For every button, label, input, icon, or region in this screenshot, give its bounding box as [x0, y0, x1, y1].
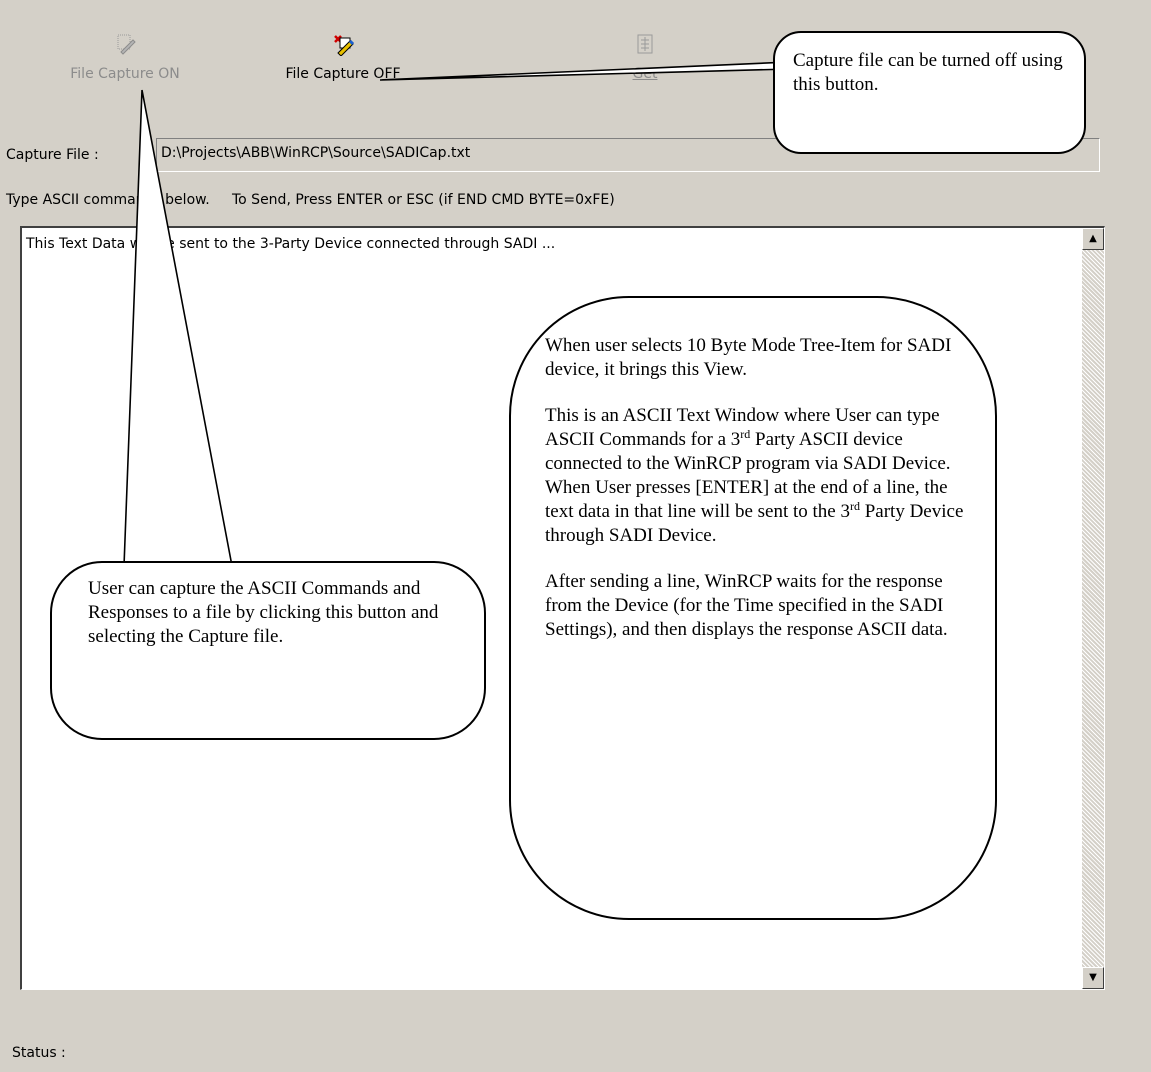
callout-view-intro: When user selects 10 Byte Mode Tree-Item…: [545, 335, 952, 380]
capture-file-label: Capture File :: [6, 147, 99, 163]
callout-view-sup-2: rd: [849, 499, 860, 513]
callout-view-sup-1: rd: [740, 427, 751, 441]
get-button[interactable]: Get: [605, 32, 685, 82]
file-capture-off-label: File Capture OFF: [285, 66, 401, 82]
callout-capture-off: Capture file can be turned off using thi…: [773, 31, 1086, 154]
text-area-content: This Text Data will be sent to the 3-Par…: [26, 236, 556, 252]
pencil-file-icon: [117, 34, 136, 55]
callout-view-paragraph-2: This is an ASCII Text Window where User …: [545, 404, 965, 548]
callout-capture-off-text: Capture file can be turned off using thi…: [793, 50, 1063, 95]
status-label: Status :: [12, 1045, 66, 1061]
get-label: Get: [632, 66, 658, 82]
file-capture-on-label: File Capture ON: [70, 66, 180, 82]
capture-off-pointer: [379, 61, 791, 81]
callout-capture-on-text: User can capture the ASCII Commands and …: [88, 578, 439, 647]
get-icon: [637, 34, 653, 54]
instructions-text: Type ASCII commands below. To Send, Pres…: [6, 192, 615, 208]
file-capture-on-button[interactable]: File Capture ON: [45, 32, 205, 82]
scroll-down-icon[interactable]: ▼: [1082, 967, 1104, 989]
pencil-cross-icon: [334, 35, 355, 56]
vertical-scrollbar[interactable]: ▲ ▼: [1082, 228, 1104, 989]
file-capture-off-button[interactable]: File Capture OFF: [258, 32, 428, 82]
callout-view-paragraph-3: After sending a line, WinRCP waits for t…: [545, 571, 948, 640]
callout-view-description: When user selects 10 Byte Mode Tree-Item…: [509, 296, 997, 920]
scroll-up-icon[interactable]: ▲: [1082, 228, 1104, 250]
callout-capture-on: User can capture the ASCII Commands and …: [50, 561, 486, 740]
